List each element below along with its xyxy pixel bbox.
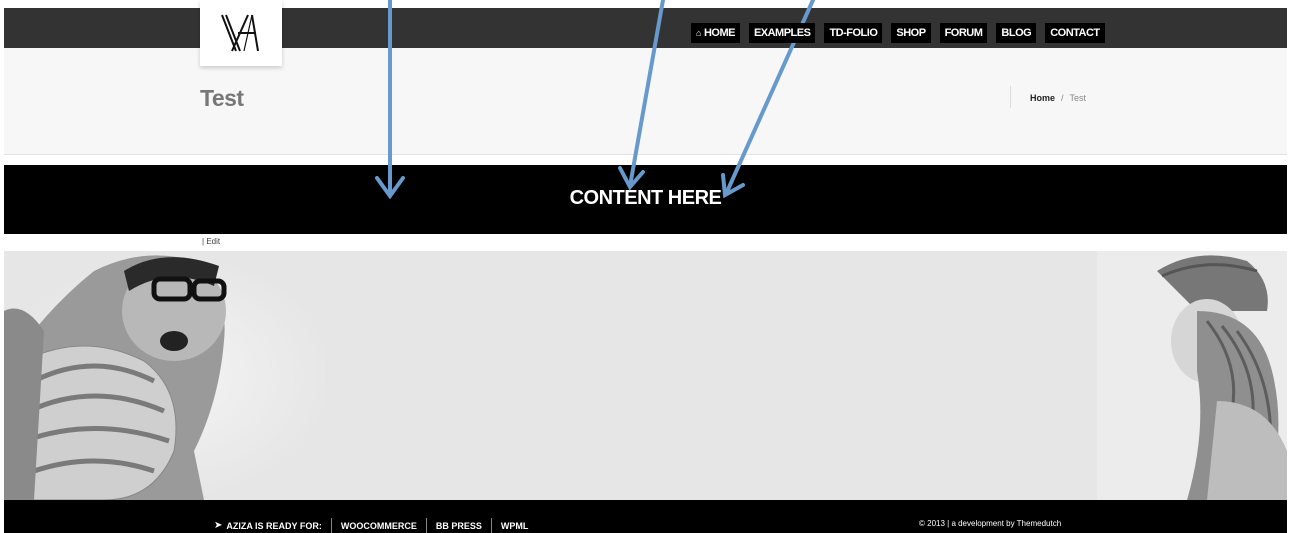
- ready-for-label: AZIZA IS READY FOR:: [226, 520, 322, 531]
- nav-item-shop[interactable]: SHOP: [891, 23, 931, 43]
- nav-item-label: EXAMPLES: [753, 27, 811, 39]
- nav-item-contact[interactable]: CONTACT: [1045, 23, 1105, 43]
- page-title-band: Test Home / Test: [4, 48, 1287, 155]
- nav-item-label: FORUM: [944, 27, 983, 39]
- nav-item-label: BLOG: [1001, 27, 1032, 39]
- content-band: CONTENT HERE: [4, 165, 1287, 234]
- paper-plane-icon: ➤: [214, 520, 223, 531]
- nav-item-label: SHOP: [896, 27, 926, 39]
- nav-item-home[interactable]: ⌂ HOME: [691, 23, 740, 43]
- nav-item-label: TD-FOLIO: [829, 27, 878, 39]
- footer-divider: [330, 518, 332, 533]
- nav-item-examples[interactable]: EXAMPLES: [748, 23, 816, 43]
- site-logo[interactable]: [200, 0, 282, 66]
- nav-item-label: CONTACT: [1050, 27, 1100, 39]
- breadcrumb-separator: /: [1061, 93, 1064, 103]
- nav-item-td-folio[interactable]: TD-FOLIO: [824, 23, 883, 43]
- logo-monogram-icon: [221, 14, 259, 52]
- woman-with-hat-photo: [1097, 251, 1287, 500]
- ready-for-bar: ➤ AZIZA IS READY FOR: WOOCOMMERCE BB PRE…: [214, 518, 528, 533]
- content-placeholder-text: CONTENT HERE: [569, 187, 722, 209]
- breadcrumb-divider: [1010, 86, 1011, 108]
- man-with-rope-photo: [4, 251, 334, 500]
- breadcrumb-home-link[interactable]: Home: [1030, 93, 1055, 103]
- top-nav-bar: ⌂ HOME EXAMPLES TD-FOLIO SHOP FORUM BLOG …: [4, 8, 1287, 48]
- page-title: Test: [200, 85, 244, 111]
- breadcrumb: Home / Test: [1030, 93, 1086, 103]
- breadcrumb-current: Test: [1069, 93, 1087, 103]
- page-frame: ⌂ HOME EXAMPLES TD-FOLIO SHOP FORUM BLOG …: [4, 0, 1287, 533]
- footer-link-wpml[interactable]: WPML: [501, 521, 529, 531]
- edit-separator: |: [202, 237, 205, 246]
- main-nav: ⌂ HOME EXAMPLES TD-FOLIO SHOP FORUM BLOG …: [691, 23, 1105, 43]
- nav-item-blog[interactable]: BLOG: [996, 23, 1037, 43]
- house-icon: ⌂: [696, 28, 701, 38]
- site-footer: ➤ AZIZA IS READY FOR: WOOCOMMERCE BB PRE…: [4, 500, 1287, 533]
- nav-item-forum[interactable]: FORUM: [939, 23, 988, 43]
- nav-item-label: HOME: [703, 27, 736, 39]
- footer-link-woocommerce[interactable]: WOOCOMMERCE: [341, 521, 417, 531]
- hero-photo: [4, 251, 1287, 500]
- footer-divider: [490, 518, 492, 533]
- footer-divider: [425, 518, 427, 533]
- edit-link[interactable]: Edit: [206, 237, 220, 246]
- footer-link-bb-press[interactable]: BB PRESS: [436, 521, 482, 531]
- copyright-text: © 2013 | a development by Themedutch: [919, 519, 1062, 528]
- edit-line: | Edit: [202, 237, 220, 246]
